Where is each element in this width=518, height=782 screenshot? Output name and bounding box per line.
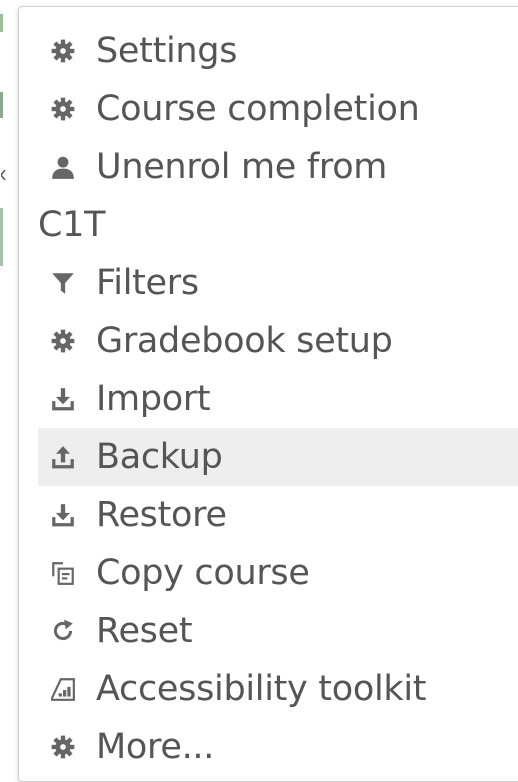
menu-item-label: Import — [96, 379, 211, 419]
menu-item-label: Unenrol me from C1T — [38, 138, 516, 254]
menu-item-copy-course[interactable]: Copy course — [38, 544, 518, 602]
menu-item-unenrol[interactable]: Unenrol me from C1T — [38, 138, 518, 254]
gear-icon — [51, 735, 75, 759]
menu-item-settings[interactable]: Settings — [38, 22, 518, 80]
menu-item-more[interactable]: More... — [38, 718, 518, 776]
menu-item-label: Reset — [96, 611, 193, 651]
gear-icon — [51, 329, 75, 353]
upload-icon — [52, 446, 74, 469]
menu-item-backup[interactable]: Backup — [38, 428, 518, 486]
filter-icon — [52, 273, 74, 294]
accessibility-toolkit-icon — [51, 678, 75, 701]
menu-item-gradebook-setup[interactable]: Gradebook setup — [38, 312, 518, 370]
menu-item-label: Gradebook setup — [96, 321, 393, 361]
menu-item-accessibility-toolkit[interactable]: Accessibility toolkit — [38, 660, 518, 718]
menu-item-course-completion[interactable]: Course completion — [38, 80, 518, 138]
download-icon — [52, 504, 74, 527]
menu-item-label: Settings — [96, 31, 238, 71]
page: Settings Course completion Unenrol me fr… — [0, 0, 518, 782]
copy-icon — [52, 562, 74, 585]
background-page-edge — [0, 14, 3, 32]
menu-item-label: More... — [96, 727, 215, 767]
gear-icon — [51, 97, 75, 121]
menu-item-label: Accessibility toolkit — [96, 669, 427, 709]
menu-item-filters[interactable]: Filters — [38, 254, 518, 312]
menu-item-label: Filters — [96, 263, 199, 303]
menu-item-label: Copy course — [96, 553, 310, 593]
background-page-edge — [0, 208, 3, 266]
course-admin-dropdown-menu: Settings Course completion Unenrol me fr… — [18, 6, 518, 782]
menu-item-label-line-2: C1T — [38, 205, 106, 245]
user-icon — [52, 156, 74, 179]
menu-item-reset[interactable]: Reset — [38, 602, 518, 660]
background-page-edge — [0, 92, 3, 118]
menu-item-label: Backup — [96, 437, 223, 477]
menu-item-import[interactable]: Import — [38, 370, 518, 428]
download-icon — [52, 388, 74, 411]
menu-item-restore[interactable]: Restore — [38, 486, 518, 544]
gear-icon — [51, 39, 75, 63]
menu-item-label: Restore — [96, 495, 227, 535]
reset-icon — [53, 619, 73, 641]
menu-item-label-line-1: Unenrol me from — [96, 147, 388, 187]
menu-item-label: Course completion — [96, 89, 420, 129]
background-chevron-icon — [1, 170, 6, 180]
